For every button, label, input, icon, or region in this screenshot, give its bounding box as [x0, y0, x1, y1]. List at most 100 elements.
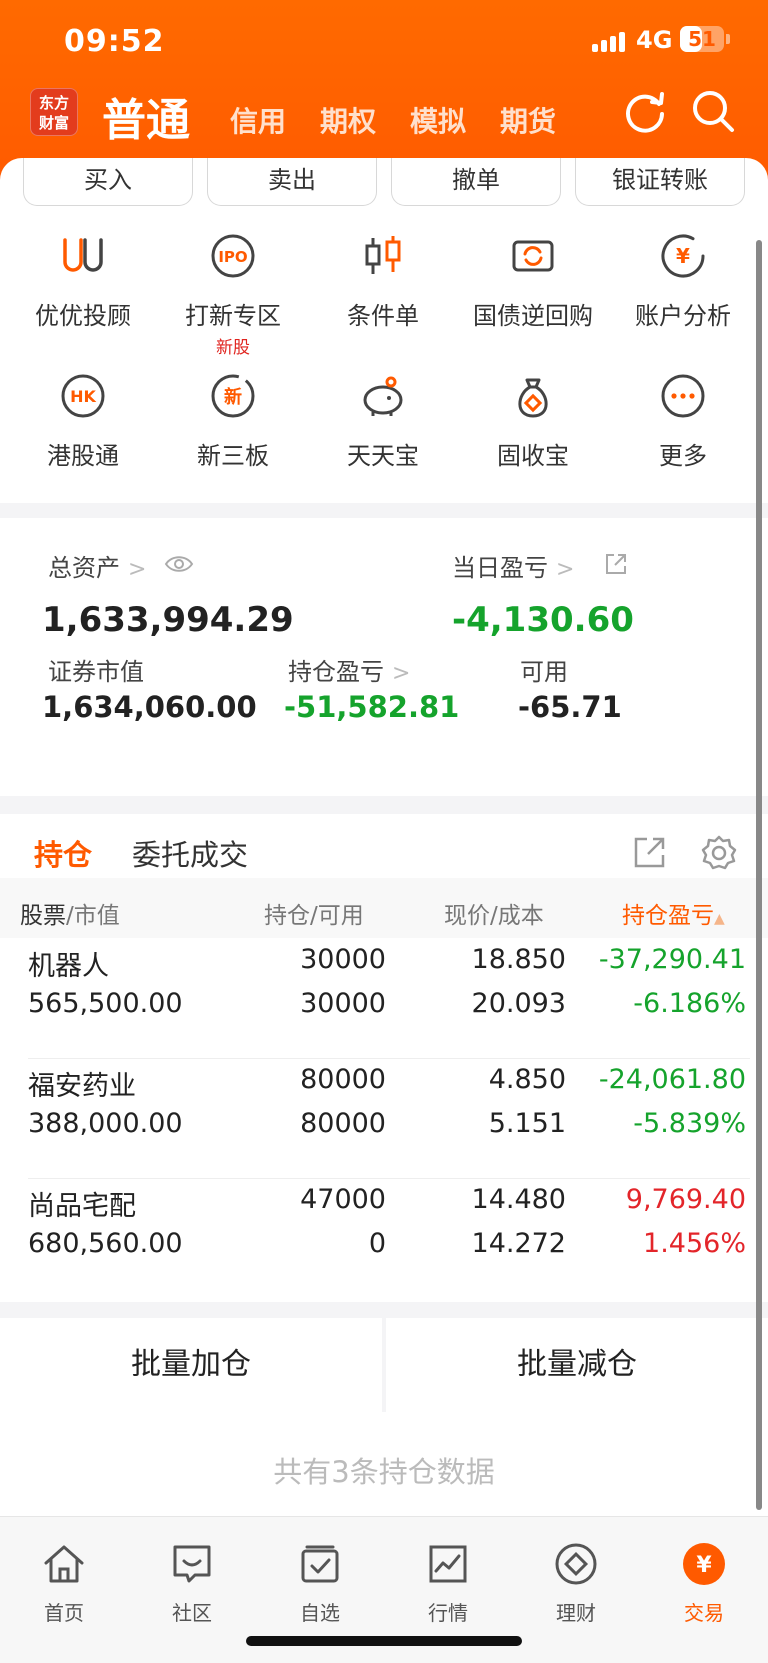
nav-community[interactable]: 社区 [128, 1541, 256, 1626]
col-position-header: 持仓/可用 [264, 896, 364, 930]
holding-pl-label[interactable]: 持仓盈亏 > [288, 652, 410, 687]
asset-summary: 总资产 > 1,633,994.29 当日盈亏 > -4,130.60 证券市值 1… [0, 518, 768, 796]
status-time: 09:52 [64, 24, 165, 59]
piggy-bank-icon [363, 376, 403, 416]
table-row[interactable]: 福安药业 388,000.00 80000 80000 4.850 5.151 … [0, 1064, 768, 1184]
shortcut-hk-connect[interactable]: HK 港股通 [8, 372, 158, 471]
shortcut-uu-advisor[interactable]: 优优投顾 [8, 232, 158, 331]
nav-label: 社区 [172, 1601, 212, 1625]
scrollbar[interactable] [756, 240, 762, 1510]
shortcut-label: 打新专区 [185, 302, 281, 330]
line-chart-icon [429, 1545, 467, 1583]
shortcut-ipo[interactable]: IPO 打新专区 新股 [158, 232, 308, 358]
shortcut-new-third-board[interactable]: 新 新三板 [158, 372, 308, 471]
stock-name: 机器人 [28, 951, 109, 982]
home-icon [44, 1545, 84, 1583]
export-icon[interactable] [632, 834, 668, 870]
table-row[interactable]: 机器人 565,500.00 30000 30000 18.850 20.093… [0, 944, 768, 1064]
battery-icon: 51 [680, 26, 724, 52]
batch-reduce-button[interactable]: 批量减仓 [386, 1318, 768, 1412]
status-bar: 09:52 4G 51 [0, 0, 768, 80]
buy-button[interactable]: 买入 [23, 158, 193, 206]
shortcut-label: 国债逆回购 [473, 302, 593, 330]
svg-text:新: 新 [224, 386, 242, 408]
logo-text-2: 财富 [38, 114, 69, 132]
shortcut-label: 账户分析 [635, 302, 731, 330]
nav-label: 首页 [44, 1601, 84, 1625]
total-assets-label[interactable]: 总资产 > [48, 548, 146, 583]
stock-available: 30000 [300, 988, 386, 1019]
stock-position: 47000 [300, 1184, 386, 1215]
batch-add-button[interactable]: 批量加仓 [0, 1318, 382, 1412]
network-type: 4G [636, 26, 673, 54]
tab-credit[interactable]: 信用 [230, 100, 286, 140]
shortcut-conditional-order[interactable]: 条件单 [308, 232, 458, 331]
tab-options[interactable]: 期权 [320, 100, 376, 140]
stock-pl-pct: 1.456% [643, 1228, 746, 1259]
share-icon[interactable] [604, 552, 628, 576]
stock-price: 14.480 [471, 1184, 566, 1215]
money-bag-icon [518, 378, 548, 418]
tab-holdings[interactable]: 持仓 [34, 832, 92, 874]
table-row[interactable]: 尚品宅配 680,560.00 47000 0 14.480 14.272 9,… [0, 1184, 768, 1304]
home-indicator [246, 1636, 522, 1646]
col-position: 持仓 [264, 903, 310, 929]
repo-icon [512, 240, 554, 272]
shortcut-more[interactable]: 更多 [608, 372, 758, 471]
nav-market[interactable]: 行情 [384, 1541, 512, 1626]
tab-futures[interactable]: 期货 [500, 100, 556, 140]
nav-wealth[interactable]: 理财 [512, 1541, 640, 1626]
available-label: 可用 [520, 658, 568, 686]
stock-available: 80000 [300, 1108, 386, 1139]
battery-tip [726, 34, 730, 44]
nav-label: 自选 [300, 1601, 340, 1625]
shortcut-label: 条件单 [347, 302, 419, 330]
shortcut-label: 港股通 [47, 442, 119, 470]
holdings-panel: 持仓 委托成交 股票/市值 持仓/可用 现价/成本 持仓盈亏▲ 机器人 565,… [0, 814, 768, 1302]
col-stock-header: 股票/市值 [20, 896, 120, 930]
chevron-right-icon: > [556, 557, 575, 582]
sell-button[interactable]: 卖出 [207, 158, 377, 206]
ipo-icon: IPO [211, 234, 255, 278]
settings-gear-icon[interactable] [700, 834, 738, 872]
tab-normal[interactable]: 普通 [102, 84, 190, 148]
holdings-count-note: 共有3条持仓数据 [0, 1412, 768, 1516]
stock-name: 尚品宅配 [28, 1191, 136, 1222]
cancel-order-button[interactable]: 撤单 [391, 158, 561, 206]
stock-available: 0 [368, 1228, 386, 1259]
more-icon [661, 374, 705, 418]
shortcut-gushoubao[interactable]: 固收宝 [458, 372, 608, 471]
nav-trade[interactable]: ¥ 交易 [640, 1541, 768, 1626]
bank-transfer-button[interactable]: 银证转账 [575, 158, 745, 206]
shortcut-tiantianbao[interactable]: 天天宝 [308, 372, 458, 471]
tab-orders[interactable]: 委托成交 [132, 832, 248, 874]
col-available: /可用 [310, 903, 364, 929]
new-stock-badge: 新股 [216, 338, 250, 358]
svg-text:HK: HK [70, 387, 96, 406]
shortcut-label: 天天宝 [347, 442, 419, 470]
nav-home[interactable]: 首页 [0, 1541, 128, 1626]
total-assets-text: 总资产 [48, 554, 120, 582]
col-price-header: 现价/成本 [444, 896, 544, 930]
stock-cost: 20.093 [471, 988, 566, 1019]
stock-pl: -37,290.41 [598, 944, 746, 975]
stock-pl: 9,769.40 [625, 1184, 746, 1215]
shortcut-reverse-repo[interactable]: 国债逆回购 [458, 232, 608, 331]
sort-icon: ▲ [714, 911, 725, 927]
eye-icon[interactable] [164, 554, 194, 574]
tab-simulate[interactable]: 模拟 [410, 100, 466, 140]
stock-name: 福安药业 [28, 1071, 136, 1102]
yen-coin-icon: ¥ [683, 1543, 725, 1585]
uu-advisor-icon [63, 238, 103, 272]
row-divider [28, 1058, 750, 1059]
app-logo: 东方 财富 [30, 88, 78, 136]
col-pl-header[interactable]: 持仓盈亏▲ [622, 896, 725, 930]
shortcut-label: 更多 [659, 442, 707, 470]
shortcut-account-analysis[interactable]: ¥ 账户分析 [608, 232, 758, 331]
col-market-value: /市值 [66, 903, 120, 929]
stock-cost: 14.272 [471, 1228, 566, 1259]
search-icon[interactable] [690, 88, 736, 134]
refresh-icon[interactable] [622, 88, 668, 134]
nav-watchlist[interactable]: 自选 [256, 1541, 384, 1626]
daily-pl-label[interactable]: 当日盈亏 > [452, 548, 574, 583]
